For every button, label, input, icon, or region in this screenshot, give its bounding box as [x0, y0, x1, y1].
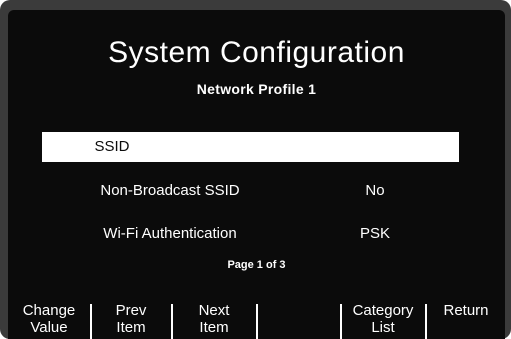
setting-label: SSID — [94, 138, 130, 155]
softkey-label-line2: Value — [30, 319, 68, 336]
page-title: System Configuration — [108, 36, 405, 69]
softkey-label-line1: Prev — [115, 302, 147, 319]
page-indicator: Page 1 of 3 — [227, 259, 286, 271]
category-list-softkey[interactable]: Category List — [342, 302, 424, 339]
setting-row-wifi-authentication[interactable]: Wi-Fi Authentication PSK — [40, 219, 459, 249]
softkey-label-line1: Change — [22, 302, 76, 319]
softkey-label-line2: Item — [116, 319, 146, 336]
softkey-bar: Change Value Prev Item Next Item Categor… — [8, 302, 505, 339]
next-item-softkey[interactable]: Next Item — [173, 302, 255, 339]
softkey-label-line1: Next — [198, 302, 230, 319]
setting-value — [322, 132, 432, 162]
setting-row-ssid[interactable]: SSID — [42, 132, 459, 162]
change-value-softkey[interactable]: Change Value — [8, 302, 90, 339]
setting-value: No — [365, 182, 385, 199]
setting-label: Wi-Fi Authentication — [103, 225, 237, 242]
setting-value: PSK — [359, 225, 390, 242]
blank-softkey[interactable] — [258, 302, 340, 339]
softkey-label-line2: List — [371, 319, 395, 336]
return-softkey[interactable]: Return — [427, 302, 505, 339]
setting-label: Non-Broadcast SSID — [100, 182, 240, 199]
prev-item-softkey[interactable]: Prev Item — [92, 302, 170, 339]
softkey-label-line2: Item — [199, 319, 229, 336]
setting-row-non-broadcast-ssid[interactable]: Non-Broadcast SSID No — [40, 176, 459, 206]
device-bezel: System Configuration Network Profile 1 S… — [0, 0, 511, 339]
softkey-label-line1: Category — [352, 302, 414, 319]
display-screen: System Configuration Network Profile 1 S… — [8, 10, 505, 339]
page-subtitle: Network Profile 1 — [196, 81, 317, 97]
softkey-label-line1: Return — [443, 302, 489, 319]
